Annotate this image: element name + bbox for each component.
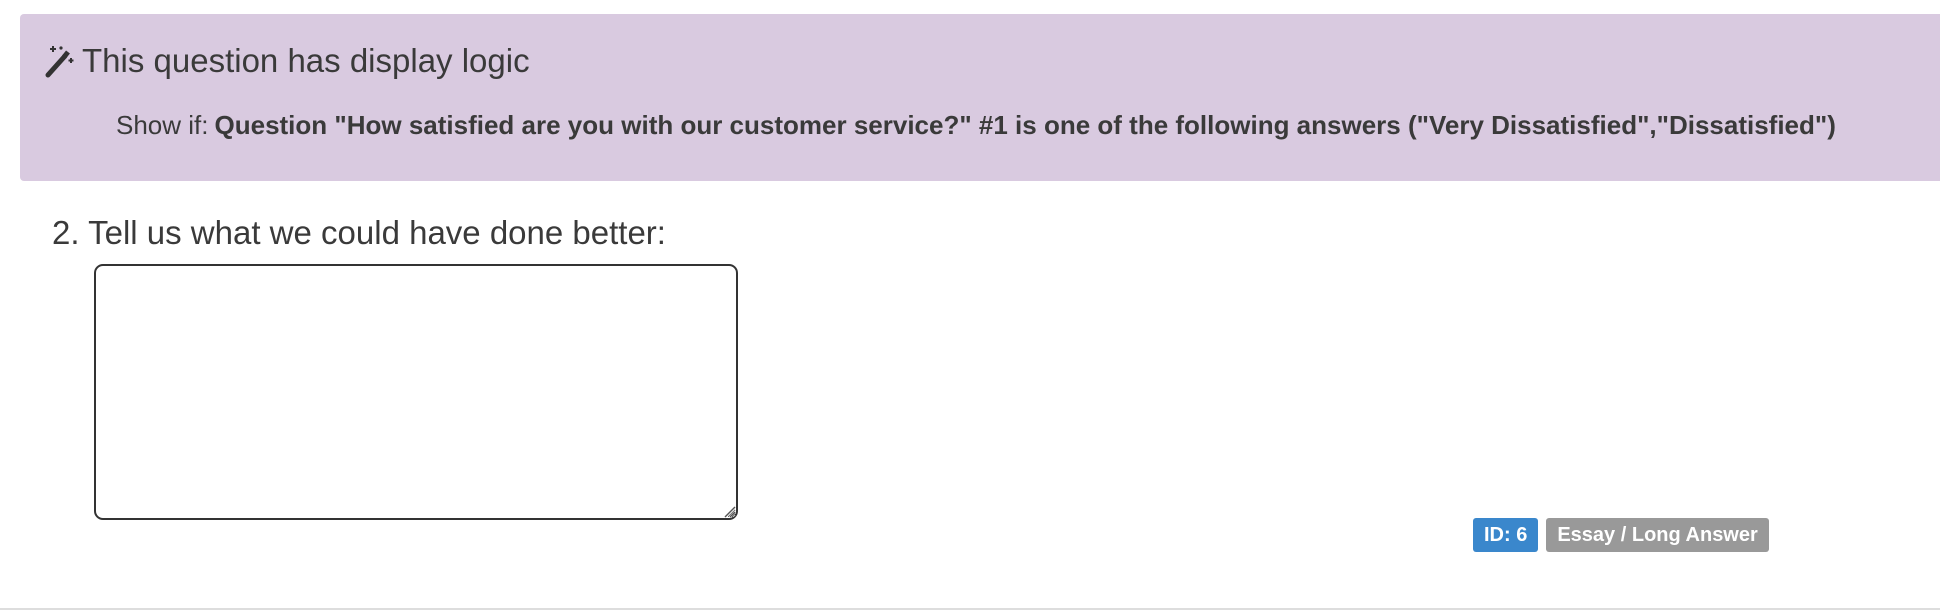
divider [0,608,1940,610]
resize-handle-icon[interactable] [720,502,736,518]
display-logic-heading: This question has display logic [44,42,530,80]
display-logic-title: This question has display logic [82,42,530,79]
rule-condition: Question "How satisfied are you with our… [214,110,1836,140]
question-badges: ID: 6 Essay / Long Answer [1473,518,1769,552]
question-page: This question has display logic Show if:… [0,0,1940,612]
rule-prefix: Show if: [116,110,209,140]
question-id-badge: ID: 6 [1473,518,1539,552]
display-logic-banner: This question has display logic Show if:… [20,14,1940,181]
magic-wand-icon [44,44,76,78]
display-logic-rule: Show if: Question "How satisfied are you … [116,110,1836,141]
answer-textarea[interactable] [94,264,738,520]
question-label: 2. Tell us what we could have done bette… [52,214,666,251]
question-type-badge: Essay / Long Answer [1546,518,1769,552]
